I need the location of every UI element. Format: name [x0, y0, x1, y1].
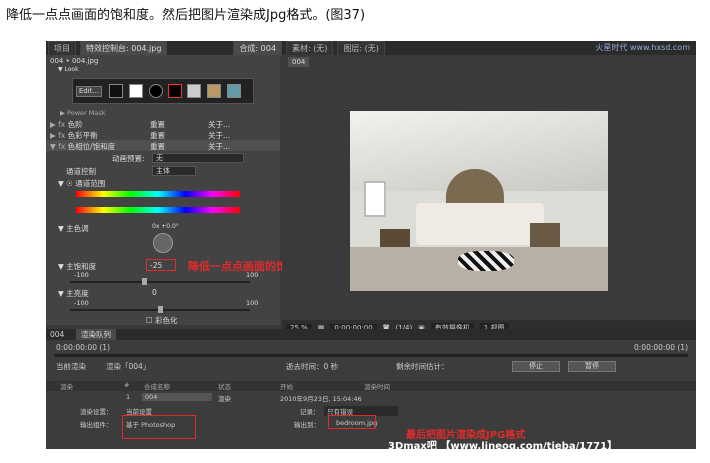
hue-label: ▼ 主色调 [58, 224, 89, 233]
render-queue-panel: 004 渲染队列 0:00:00:00 (1) 0:00:00:00 (1) 当… [46, 329, 696, 449]
bed [416, 203, 544, 245]
col-number: # [124, 381, 130, 389]
sat-slider-handle[interactable] [142, 278, 147, 285]
preset-select[interactable]: 无 [152, 153, 244, 163]
edit-button[interactable]: Edit... [76, 86, 102, 97]
render-settings-label: 渲染设置： [80, 408, 113, 416]
tab-render-queue[interactable]: 渲染队列 [76, 329, 116, 340]
output-to-highlight-box [328, 415, 376, 429]
about-link[interactable]: 关于... [208, 119, 230, 130]
time-right: 0:00:00:00 (1) [634, 343, 688, 352]
look-presets: Edit... [72, 78, 254, 104]
lightness-slider-handle[interactable] [158, 306, 163, 313]
reset-link[interactable]: 重置 [150, 141, 165, 152]
item-status: 渲染 [218, 395, 231, 403]
queue-item-row[interactable]: 1 004 渲染 2010年9月23日, 15:04:46 [46, 393, 696, 404]
effect-controls-panel: 004 • 004.jpg ▼ Look Edit... ▶ Power Mas… [46, 55, 280, 325]
stop-button[interactable]: 停止 [512, 361, 560, 372]
channel-range-bar-top [76, 191, 240, 197]
channel-range-bar-bottom[interactable] [76, 207, 240, 213]
lightness-label: ▼ 主亮度 [58, 289, 89, 298]
colorize-label: 彩色化 [155, 316, 178, 325]
channel-label: 通道控制 [66, 167, 96, 176]
fx-hue-saturation: 色相位/饱和度 [67, 142, 116, 151]
after-effects-screenshot: 项目 特效控制台: 004.jpg 合成: 004 素材: (无) 图层: (无… [46, 41, 696, 449]
comp-tab[interactable]: 004 [288, 57, 310, 67]
output-module-highlight-box [122, 415, 196, 439]
col-render-time: 渲染时间 [364, 383, 390, 391]
caption: 降低一点点画面的饱和度。然后把图片渲染成Jpg格式。(图37) [6, 8, 366, 23]
output-module-label: 输出组件： [80, 421, 113, 429]
col-status: 状态 [218, 383, 231, 391]
rendering-name: 渲染「004」 [106, 362, 151, 371]
fx-levels-row[interactable]: ▶ fx 色阶 [50, 119, 83, 130]
channel-select[interactable]: 主体 [152, 166, 196, 176]
item-number: 1 [126, 393, 131, 401]
fx-hue-sat-row[interactable]: ▼ fx 色相位/饱和度 [50, 141, 115, 152]
render-timeline: 0:00:00:00 (1) 0:00:00:00 (1) [46, 343, 696, 353]
look-label: ▼ Look [58, 66, 79, 73]
queue-header: 渲染 # 合成名称 状态 开始 渲染时间 [46, 381, 696, 391]
tab-timeline[interactable]: 004 [50, 330, 64, 339]
logo: 火星时代 www.hxsd.com [595, 43, 690, 52]
preset-thumb[interactable] [227, 84, 241, 98]
panel-header: 004 • 004.jpg [50, 57, 99, 65]
col-comp-name: 合成名称 [144, 383, 170, 391]
preset-thumb[interactable] [168, 84, 182, 98]
tab-footage[interactable]: 素材: (无) [285, 41, 334, 56]
reset-link[interactable]: 重置 [150, 119, 165, 130]
sat-min: -100 [74, 271, 89, 279]
col-render: 渲染 [60, 383, 73, 391]
tab-composition[interactable]: 合成: 004 [233, 41, 282, 56]
sat-highlight-box [146, 259, 176, 271]
item-comp-name: 004 [142, 393, 212, 401]
watermark: 3Dmax吧 【www.lineog.com/tieba/1771】 [388, 441, 618, 449]
fx-levels: 色阶 [67, 120, 83, 129]
output-to-label: 输出到： [294, 421, 320, 429]
current-render-label: 当前渲染 [56, 362, 86, 371]
preset-thumb[interactable] [187, 84, 201, 98]
zebra-rug [458, 251, 514, 271]
power-mask[interactable]: ▶ Power Mask [60, 109, 106, 117]
render-progress [54, 354, 688, 357]
window [364, 181, 386, 217]
composition-panel: 004 25 % ▦ 0:00:00:00 ◙ (1/4) ▣ 有效摄像机 1 … [282, 55, 696, 336]
tab-project[interactable]: 项目 [48, 41, 76, 56]
colorize-checkbox[interactable]: 彩色化 [146, 315, 178, 326]
bottom-tab-bar: 004 渲染队列 [46, 329, 696, 340]
col-start: 开始 [280, 383, 293, 391]
elapsed-time: 逝去时间：0 秒 [286, 362, 339, 371]
preset-thumb[interactable] [129, 84, 143, 98]
channel-range-label: ▼ ☉ 通道范围 [58, 179, 106, 188]
item-start: 2010年9月23日, 15:04:46 [280, 395, 362, 403]
pause-button[interactable]: 暂停 [568, 361, 616, 372]
fx-color-balance: 色彩平衡 [67, 131, 98, 140]
lightness-min: -100 [74, 299, 89, 307]
about-link[interactable]: 关于... [208, 141, 230, 152]
hue-dial[interactable] [153, 233, 173, 253]
remaining-time: 剩余时间估计： [396, 362, 449, 371]
sat-slider[interactable] [70, 281, 250, 283]
preset-thumb[interactable] [207, 84, 221, 98]
log-label: 记录： [300, 408, 320, 416]
lightness-max: 100 [246, 299, 259, 307]
tab-effect-controls[interactable]: 特效控制台: 004.jpg [80, 41, 168, 56]
preset-label: 动画预置: [112, 154, 145, 163]
preset-thumb[interactable] [109, 84, 123, 98]
bedroom-render-image [350, 111, 608, 291]
time-left: 0:00:00:00 (1) [56, 343, 110, 352]
preset-thumb[interactable] [149, 84, 163, 98]
tab-layer[interactable]: 图层: (无) [337, 41, 385, 56]
hue-value[interactable]: 0x +0.0° [152, 223, 179, 230]
lightness-value[interactable]: 0 [152, 288, 157, 297]
